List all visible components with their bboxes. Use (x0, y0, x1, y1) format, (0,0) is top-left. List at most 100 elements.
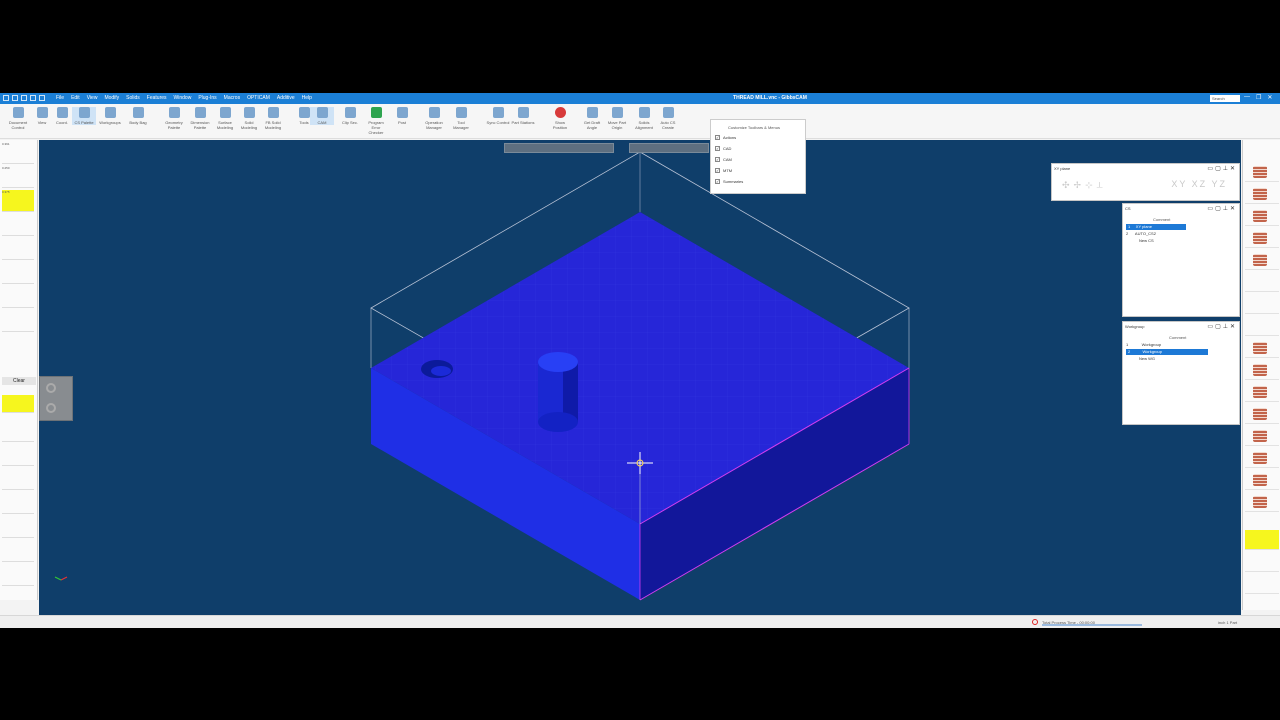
plane-mode-buttons[interactable]: XY XZ YZ (1171, 179, 1227, 189)
operation-tile-19[interactable] (1245, 574, 1279, 594)
tool-slot-10[interactable] (2, 444, 34, 466)
fb-solid-modeling-button[interactable]: FB Solid Modeling (261, 107, 285, 130)
checkbox-checked-icon[interactable]: ✓ (715, 135, 720, 140)
tool-slot-5[interactable] (2, 238, 34, 260)
checkbox-checked-icon[interactable]: ✓ (715, 157, 720, 162)
operation-tile-5[interactable] (1245, 250, 1279, 270)
minimize-icon[interactable]: — (1244, 94, 1250, 101)
menu-modify[interactable]: Modify (104, 95, 119, 101)
view-toolbar[interactable] (504, 143, 614, 153)
menu-features[interactable]: Features (147, 95, 167, 101)
move-origin-button[interactable]: Move Part Origin (605, 107, 629, 130)
plane-tools-icon[interactable]: ✣✢⊹⟂ (1062, 180, 1107, 191)
menu-help[interactable]: Help (302, 95, 312, 101)
operation-tile-selected[interactable] (1245, 530, 1279, 550)
app-menu-icon[interactable] (3, 95, 9, 101)
cs-row-2[interactable]: 2 AUTO_CS2 (1126, 231, 1156, 237)
clear-button[interactable]: Clear (2, 377, 36, 385)
menu-solids[interactable]: Solids (126, 95, 140, 101)
panel-window-buttons[interactable]: ▭▢⊥✕ (1207, 165, 1237, 172)
customize-item-summaries[interactable]: ✓ Summaries (715, 179, 743, 184)
operation-tile-15[interactable] (1245, 470, 1279, 490)
save-icon[interactable] (30, 95, 36, 101)
workgroup-row-1[interactable]: 1 Workgroup (1126, 342, 1161, 348)
operation-tile-12[interactable] (1245, 404, 1279, 424)
operation-tile-13[interactable] (1245, 426, 1279, 446)
material-slot[interactable] (2, 395, 34, 413)
workgroups-button[interactable]: Workgroups (98, 107, 122, 125)
operation-tile-4[interactable] (1245, 228, 1279, 248)
new-workgroup-row[interactable]: New WG (1139, 356, 1155, 362)
clip-section-button[interactable]: Clip Sec. (338, 107, 362, 125)
operation-tile-14[interactable] (1245, 448, 1279, 468)
panel-window-buttons[interactable]: ▭▢⊥✕ (1207, 205, 1237, 212)
menu-file[interactable]: File (56, 95, 64, 101)
operation-manager-button[interactable]: Operation Manager (422, 107, 446, 130)
customize-item-actions[interactable]: ✓ Actions (715, 135, 736, 140)
customize-item-cad[interactable]: ✓ CAD (715, 146, 731, 151)
geometry-palette-button[interactable]: Geometry Palette (162, 107, 186, 130)
operation-tile-1[interactable] (1245, 162, 1279, 182)
workgroup-row-2[interactable]: 2 Workgroup (1126, 349, 1208, 355)
close-icon[interactable]: ✕ (1267, 94, 1272, 101)
coordinate-button[interactable]: Coord. (50, 107, 74, 125)
post-button[interactable]: Post (390, 107, 414, 125)
solids-alignment-button[interactable]: Solids Alignment (632, 107, 656, 130)
dimension-palette-button[interactable]: Dimension Palette (188, 107, 212, 130)
body-bag-button[interactable]: Body Bag (126, 107, 150, 125)
tool-slot-12[interactable] (2, 492, 34, 514)
solid-modeling-button[interactable]: Solid Modeling (237, 107, 261, 130)
document-control-button[interactable]: Document Control (6, 107, 30, 130)
show-position-button[interactable]: Show Position (548, 107, 572, 130)
3d-viewport[interactable] (39, 140, 1241, 615)
tool-slot-14[interactable] (2, 540, 34, 562)
gear-icon[interactable] (46, 383, 56, 393)
operation-tile-18[interactable] (1245, 552, 1279, 572)
menu-view[interactable]: View (87, 95, 98, 101)
tool-slot-8[interactable] (2, 310, 34, 332)
customize-item-cam[interactable]: ✓ CAM (715, 157, 732, 162)
tool-slot-9[interactable] (2, 420, 34, 442)
cam-button[interactable]: CAM (310, 107, 334, 125)
menu-opticam[interactable]: OPTICAM (247, 95, 270, 101)
tool-slot-13[interactable] (2, 516, 34, 538)
error-checker-button[interactable]: Program Error Checker (364, 107, 388, 135)
checkbox-checked-icon[interactable]: ✓ (715, 146, 720, 151)
menu-additive[interactable]: Additive (277, 95, 295, 101)
tool-slot-11[interactable] (2, 468, 34, 490)
tool-slot-4[interactable] (2, 214, 34, 236)
operation-tile-10[interactable] (1245, 360, 1279, 380)
tool-slot-15[interactable] (2, 564, 34, 586)
new-file-icon[interactable] (12, 95, 18, 101)
flowline-palette[interactable] (39, 376, 73, 421)
operation-tile-2[interactable] (1245, 184, 1279, 204)
open-file-icon[interactable] (21, 95, 27, 101)
render-toolbar[interactable] (629, 143, 709, 153)
operation-tile-6[interactable] (1245, 272, 1279, 292)
menu-plugins[interactable]: Plug-Ins (198, 95, 216, 101)
auto-cs-button[interactable]: Auto CS Create (656, 107, 680, 130)
operation-tile-8[interactable] (1245, 316, 1279, 336)
surface-modeling-button[interactable]: Surface Modeling (213, 107, 237, 130)
operation-tile-16[interactable] (1245, 492, 1279, 512)
menu-edit[interactable]: Edit (71, 95, 80, 101)
tool-slot-1[interactable]: 0.391 (2, 142, 34, 164)
menu-window[interactable]: Window (174, 95, 192, 101)
sync-control-button[interactable]: Sync Control (486, 107, 510, 125)
maximize-icon[interactable]: ❐ (1256, 94, 1261, 101)
cs-row-1[interactable]: 1 XY plane (1126, 224, 1186, 230)
panel-window-buttons[interactable]: ▭▢⊥✕ (1207, 323, 1237, 330)
operation-tile-3[interactable] (1245, 206, 1279, 226)
cs-palette-button[interactable]: CS Palette (72, 107, 96, 125)
search-box[interactable]: Search (1210, 95, 1240, 102)
operation-tile-7[interactable] (1245, 294, 1279, 314)
tool-manager-button[interactable]: Tool Manager (449, 107, 473, 130)
error-status-icon[interactable] (1032, 619, 1038, 625)
operation-tile-9[interactable] (1245, 338, 1279, 358)
part-stations-button[interactable]: Part Stations (511, 107, 535, 125)
menu-macros[interactable]: Macros (224, 95, 240, 101)
draft-angle-button[interactable]: Get Draft Angle (580, 107, 604, 130)
customize-item-mtm[interactable]: ✓ MTM (715, 168, 732, 173)
tool-slot-3[interactable]: 0.375 (2, 190, 34, 212)
part-boss-cylinder[interactable] (538, 352, 578, 432)
